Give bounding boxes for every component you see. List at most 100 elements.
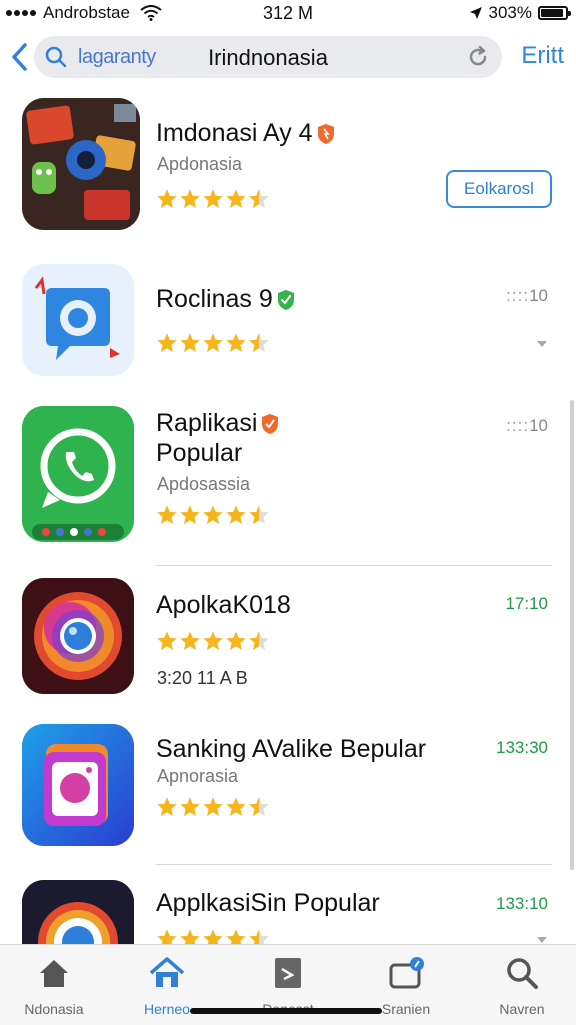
star-rating	[156, 928, 270, 944]
dots-prefix: ::::	[506, 416, 530, 435]
status-bar: Androbstae 312 M 303%	[0, 0, 576, 26]
app-icon-photo[interactable]	[22, 724, 134, 846]
star-icon	[248, 796, 270, 818]
app-name: ApolkaK018	[156, 591, 291, 619]
nav-bar: lagaranty Irindnonasia Eritt	[0, 30, 576, 86]
app-subtitle: Apdosassia	[157, 474, 251, 494]
star-rating	[156, 796, 270, 818]
app-time-value: 10	[529, 286, 548, 305]
app-subtitle: Apdonasia	[157, 154, 243, 174]
star-icon	[225, 630, 247, 652]
status-right: 303%	[469, 3, 571, 23]
star-icon	[248, 630, 270, 652]
app-name-line2: Popular	[156, 439, 243, 467]
app-name: Roclinas 9	[156, 284, 295, 314]
star-icon	[225, 796, 247, 818]
list-item[interactable]: Roclinas 9 ::::10	[0, 264, 576, 380]
star-icon	[248, 504, 270, 526]
star-icon	[179, 332, 201, 354]
house-icon	[40, 960, 68, 987]
star-icon	[202, 928, 224, 944]
star-icon	[156, 928, 178, 944]
shield-badge-icon	[262, 414, 279, 435]
search-icon	[45, 46, 67, 68]
star-icon	[202, 504, 224, 526]
search-placeholder: lagaranty	[78, 46, 156, 68]
tab-navren[interactable]: Navren	[472, 955, 572, 1017]
star-icon	[225, 188, 247, 210]
divider	[156, 565, 552, 566]
divider	[156, 864, 552, 865]
app-time-value: 10	[529, 416, 548, 435]
star-icon	[202, 630, 224, 652]
star-icon	[156, 188, 178, 210]
star-icon	[225, 504, 247, 526]
app-name: Raplikasi Popular	[156, 408, 279, 468]
star-icon	[179, 630, 201, 652]
star-icon	[248, 928, 270, 944]
list-item[interactable]: Sanking AValike Bepular Apnorasia 133:30	[0, 724, 576, 848]
list-item[interactable]: ApolkaK018 3:20 11 A B 17:10	[0, 578, 576, 698]
app-icon-chat[interactable]	[22, 406, 134, 542]
app-time: 133:30	[496, 738, 548, 757]
star-icon	[248, 332, 270, 354]
star-icon	[156, 796, 178, 818]
app-time: 133:10	[496, 894, 548, 913]
check-badge-icon	[277, 290, 294, 311]
app-subtitle: Apnorasia	[157, 766, 239, 786]
star-icon	[179, 928, 201, 944]
app-name-text: Imdonasi Ay 4	[156, 119, 313, 147]
star-icon	[179, 796, 201, 818]
list-item[interactable]: Imdonasi Ay 4 Apdonasia Eolkarosl	[0, 98, 576, 238]
star-icon	[202, 796, 224, 818]
app-icon-messenger[interactable]	[22, 264, 134, 376]
refresh-icon[interactable]	[466, 45, 490, 69]
app-icon-games[interactable]	[22, 98, 140, 230]
app-name-line1: Raplikasi	[156, 409, 258, 437]
app-time: ::::10	[506, 416, 548, 436]
star-icon	[179, 188, 201, 210]
app-meta: 3:20 11 A B	[157, 668, 248, 688]
home-indicator[interactable]	[190, 1008, 382, 1014]
app-name: Sanking AValike Bepular	[156, 735, 427, 763]
star-icon	[202, 332, 224, 354]
edit-button[interactable]: Eritt	[521, 42, 564, 70]
scrollbar[interactable]	[570, 400, 574, 870]
chevron-down-icon[interactable]	[536, 936, 548, 944]
star-rating	[156, 188, 270, 210]
star-rating	[156, 332, 270, 354]
search-field[interactable]: lagaranty Irindnonasia	[34, 36, 502, 78]
tab-label: Ndonasia	[24, 1001, 84, 1017]
clipboard-icon	[275, 958, 301, 988]
app-time: ::::10	[506, 286, 548, 306]
app-name: Imdonasi Ay 4	[156, 118, 335, 148]
get-button[interactable]: Eolkarosl	[446, 170, 552, 208]
chevron-down-icon[interactable]	[536, 340, 548, 348]
star-icon	[156, 332, 178, 354]
battery-icon	[538, 6, 571, 20]
star-icon	[156, 630, 178, 652]
tab-ndonasia[interactable]: Ndonasia	[4, 955, 104, 1017]
app-icon-camera[interactable]	[22, 578, 134, 694]
house-icon	[149, 957, 185, 987]
battery-percent: 303%	[488, 3, 532, 22]
location-arrow-icon	[469, 7, 482, 19]
star-icon	[225, 332, 247, 354]
app-time: 17:10	[505, 594, 548, 613]
shield-badge-icon	[317, 124, 334, 145]
list-item[interactable]: ApplkasiSin Popular 133:10	[0, 880, 576, 944]
back-chevron-icon[interactable]	[10, 42, 30, 72]
star-rating	[156, 504, 270, 526]
list-item[interactable]: Raplikasi Popular Apdosassia ::::10	[0, 406, 576, 546]
app-name: ApplkasiSin Popular	[156, 889, 380, 917]
dots-prefix: ::::	[506, 286, 530, 305]
star-icon	[248, 188, 270, 210]
app-icon-browser[interactable]	[22, 880, 134, 944]
star-icon	[225, 928, 247, 944]
star-icon	[156, 504, 178, 526]
search-icon	[507, 958, 538, 989]
star-icon	[179, 504, 201, 526]
app-name-text: Roclinas 9	[156, 285, 273, 313]
star-rating	[156, 630, 270, 652]
folder-icon	[389, 957, 424, 989]
